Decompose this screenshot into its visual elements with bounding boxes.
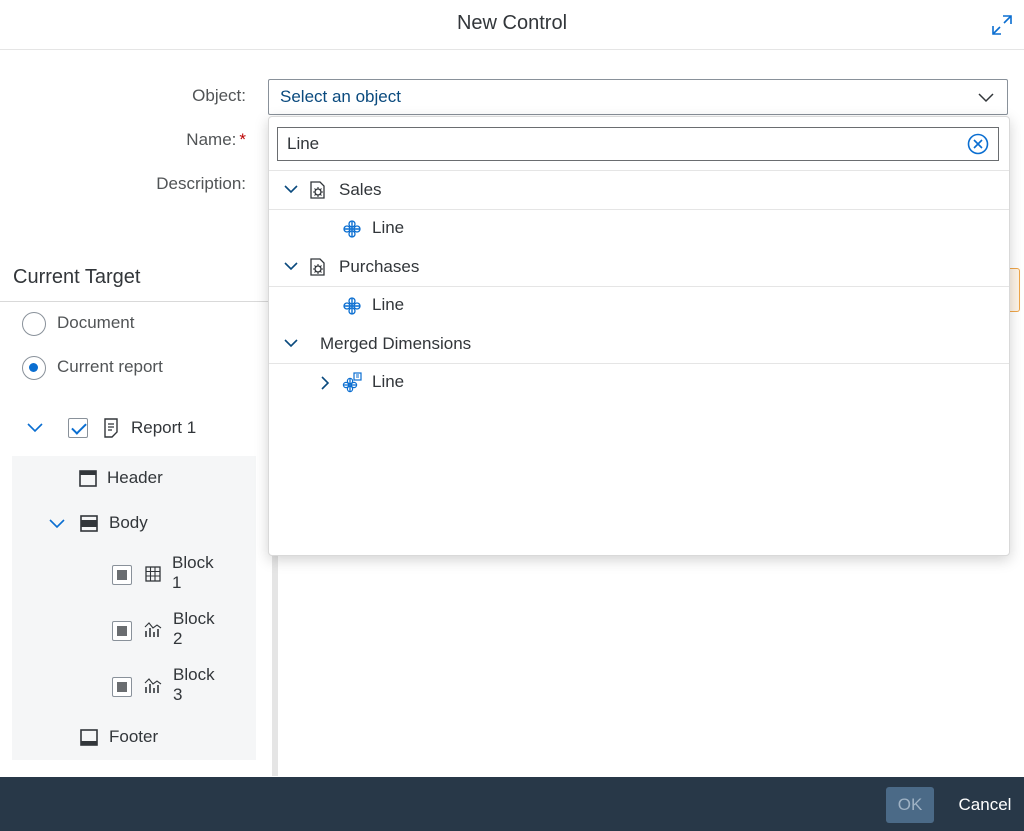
body-icon (80, 515, 98, 532)
report-checkbox[interactable] (68, 418, 88, 438)
group-merged-dimensions-label: Merged Dimensions (320, 334, 472, 353)
tree-item-footer[interactable]: Footer (109, 727, 158, 747)
name-label: Name: * (186, 130, 246, 149)
merged-dimension-icon (342, 372, 362, 393)
group-sales-label: Sales (339, 180, 382, 199)
cancel-button[interactable]: Cancel (950, 787, 1020, 823)
chevron-down-icon (978, 93, 994, 103)
section-title: Current Target (13, 266, 141, 288)
chevron-down-icon[interactable] (283, 338, 299, 350)
list-item[interactable]: Line (269, 286, 1009, 324)
clear-icon[interactable] (967, 133, 989, 155)
radio-current-report[interactable] (22, 356, 46, 380)
group-sales[interactable]: Sales (269, 171, 1009, 209)
footer-icon (80, 729, 98, 746)
dialog-footer: OK Cancel (0, 777, 1024, 831)
chevron-right-icon[interactable] (319, 375, 331, 391)
dimension-icon (343, 297, 361, 315)
object-select[interactable]: Select an object (268, 79, 1008, 115)
list-item[interactable]: Line (269, 209, 1009, 247)
expand-icon[interactable] (990, 13, 1014, 37)
list-item-label: Line (372, 372, 405, 391)
group-purchases-label: Purchases (339, 257, 420, 276)
datasource-icon (310, 181, 325, 199)
chevron-down-icon[interactable] (283, 261, 299, 273)
header-icon (79, 470, 97, 487)
document-icon (104, 418, 118, 438)
divider (0, 301, 270, 302)
dialog-header: New Control (0, 0, 1024, 50)
tree-item-block-1[interactable]: Block 1 (172, 553, 214, 593)
list-item[interactable]: Line (269, 363, 1009, 401)
object-dropdown: Line Sales Line Purchases Line Merged Di… (268, 116, 1010, 556)
tree-item-header[interactable]: Header (107, 468, 163, 488)
chevron-down-icon[interactable] (26, 421, 44, 435)
chart-icon (144, 678, 162, 693)
tree-item-body[interactable]: Body (109, 513, 148, 533)
report-structure-tree (12, 456, 256, 760)
radio-document-label: Document (57, 313, 135, 332)
object-label: Object: (192, 86, 246, 105)
group-merged-dimensions[interactable]: Merged Dimensions (269, 325, 1009, 363)
radio-current-report-label: Current report (57, 357, 163, 376)
block-checkbox[interactable] (112, 677, 132, 697)
object-select-value: Select an object (280, 87, 401, 106)
dialog-title: New Control (456, 12, 568, 34)
block-checkbox[interactable] (112, 621, 132, 641)
list-item-label: Line (372, 218, 405, 237)
required-mark: * (239, 130, 246, 149)
ok-button[interactable]: OK (886, 787, 934, 823)
block-checkbox[interactable] (112, 565, 132, 585)
tree-item-report[interactable]: Report 1 (131, 418, 196, 438)
dimension-icon (343, 220, 361, 238)
datasource-icon (310, 258, 325, 276)
description-label: Description: (156, 174, 246, 193)
table-icon (145, 566, 161, 582)
radio-document[interactable] (22, 312, 46, 336)
group-purchases[interactable]: Purchases (269, 248, 1009, 286)
chevron-down-icon[interactable] (48, 517, 66, 531)
chevron-down-icon[interactable] (283, 184, 299, 196)
search-value: Line (287, 134, 320, 153)
chart-icon (144, 622, 162, 637)
tree-item-block-3[interactable]: Block 3 (173, 665, 215, 705)
list-item-label: Line (372, 295, 405, 314)
search-input[interactable]: Line (277, 127, 999, 161)
tree-item-block-2[interactable]: Block 2 (173, 609, 215, 649)
